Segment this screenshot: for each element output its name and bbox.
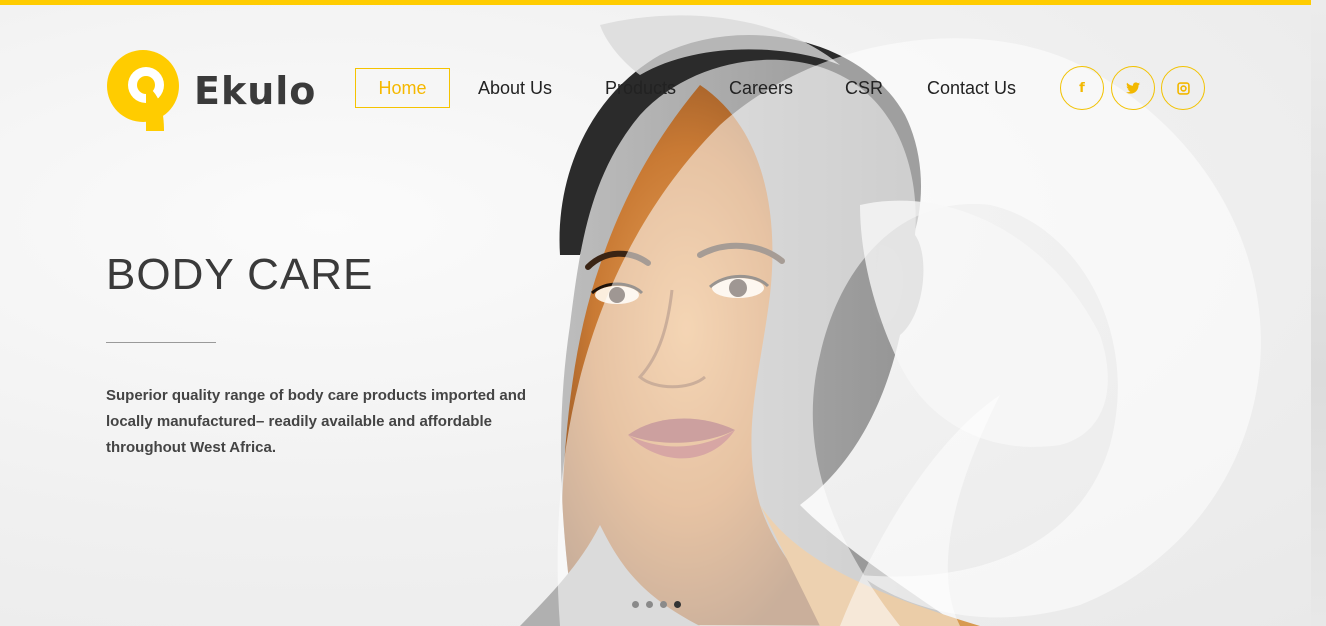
instagram-icon[interactable]	[1161, 66, 1205, 110]
page-scrollbar[interactable]	[1311, 0, 1326, 626]
slider-dot-4[interactable]	[674, 601, 681, 608]
nav-home[interactable]: Home	[355, 68, 450, 108]
hero-title: BODY CARE	[106, 250, 374, 299]
nav-csr[interactable]: CSR	[845, 68, 883, 108]
nav-careers[interactable]: Careers	[729, 68, 793, 108]
nav-contact-us[interactable]: Contact Us	[927, 68, 1016, 108]
twitter-bird-icon	[1126, 82, 1140, 94]
ekulo-logo-icon	[107, 50, 179, 131]
facebook-icon[interactable]: f	[1060, 66, 1104, 110]
instagram-camera-icon	[1176, 81, 1190, 95]
slider-dot-2[interactable]	[646, 601, 653, 608]
nav-products[interactable]: Products	[605, 68, 676, 108]
nav-about-us[interactable]: About Us	[478, 68, 552, 108]
slider-dot-1[interactable]	[632, 601, 639, 608]
brand-logo[interactable]: Ekulo	[106, 47, 316, 131]
hero-slider: Ekulo Home About Us Products Careers CSR…	[0, 5, 1311, 626]
title-divider	[106, 342, 216, 343]
brand-name: Ekulo	[194, 69, 317, 113]
twitter-icon[interactable]	[1111, 66, 1155, 110]
hero-description: Superior quality range of body care prod…	[106, 387, 527, 456]
slider-dot-3[interactable]	[660, 601, 667, 608]
